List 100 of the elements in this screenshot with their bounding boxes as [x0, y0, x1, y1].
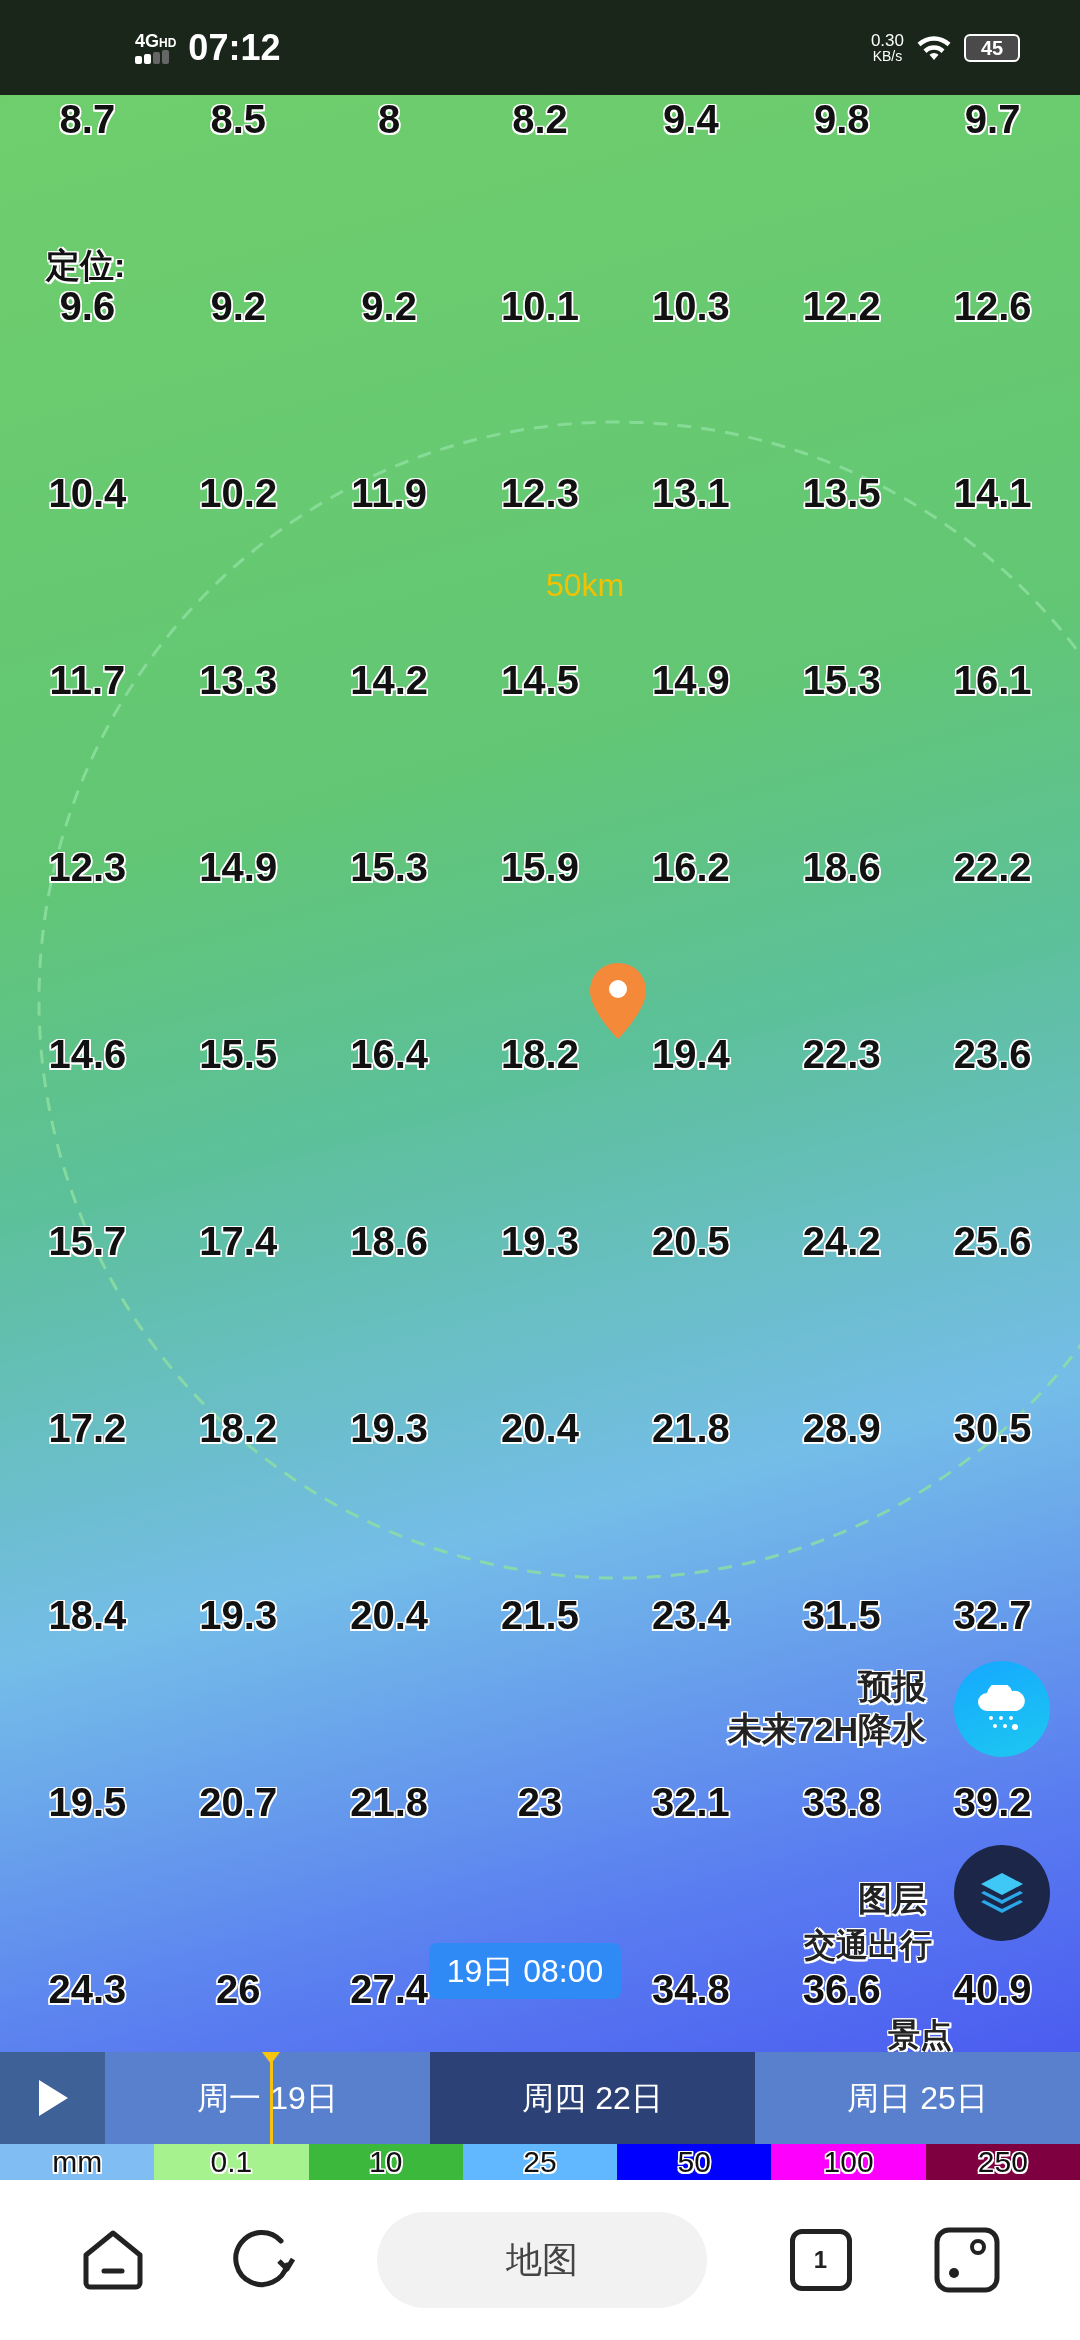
tab-count-button[interactable]: 1	[789, 2229, 852, 2291]
rainfall-value: 12.2	[802, 283, 881, 330]
speed-value: 0.30	[870, 32, 904, 49]
rainfall-value: 14.2	[350, 657, 429, 704]
timeline-day[interactable]: 周一 19日	[105, 2052, 430, 2144]
rainfall-value: 14.1	[953, 470, 1032, 517]
legend-label: 0.1	[210, 2147, 253, 2177]
rainfall-value: 8	[378, 96, 401, 143]
legend-label: mm	[52, 2147, 103, 2177]
rainfall-value: 18.2	[199, 1405, 278, 1452]
rainfall-value: 14.9	[651, 657, 730, 704]
rainfall-value: 15.9	[501, 844, 579, 891]
layers-icon	[979, 1871, 1025, 1915]
rainfall-value: 20.4	[501, 1405, 579, 1452]
rainfall-value: 16.4	[350, 1031, 429, 1078]
legend-label: 100	[823, 2147, 874, 2177]
rainfall-value: 15.7	[48, 1218, 127, 1265]
rainfall-value: 9.6	[59, 283, 116, 330]
rainfall-value: 9.2	[361, 283, 417, 330]
rainfall-value: 20.4	[350, 1592, 429, 1639]
rainfall-value: 14.6	[48, 1031, 127, 1078]
rainfall-value: 16.1	[953, 657, 1032, 704]
network-label: 4GHD	[135, 31, 177, 50]
rainfall-value: 11.9	[351, 470, 427, 517]
rainfall-value: 19.4	[651, 1031, 730, 1078]
rainfall-value: 12.3	[48, 844, 127, 891]
rainfall-value: 17.4	[199, 1218, 278, 1265]
play-button[interactable]	[0, 2052, 105, 2144]
rainfall-value: 33.8	[802, 1779, 881, 1826]
rainfall-value: 22.3	[802, 1031, 881, 1078]
playhead-pointer-icon	[261, 2052, 280, 2064]
rainfall-value: 13.3	[199, 657, 278, 704]
rainfall-value: 20.7	[199, 1779, 278, 1826]
rainfall-value: 30.5	[953, 1405, 1032, 1452]
rainfall-value: 16.2	[651, 844, 730, 891]
dice-icon[interactable]	[934, 2227, 1000, 2293]
rainfall-value: 18.2	[501, 1031, 579, 1078]
legend-label: 250	[977, 2147, 1028, 2177]
rainfall-value: 21.8	[651, 1405, 730, 1452]
rainfall-value: 18.4	[48, 1592, 127, 1639]
location-label: 定位:	[46, 245, 126, 286]
rainfall-value: 19.3	[199, 1592, 278, 1639]
rainfall-value: 12.6	[953, 283, 1032, 330]
legend-label: 25	[523, 2147, 557, 2177]
rainfall-value: 39.2	[953, 1779, 1032, 1826]
timeline-day[interactable]: 周日 25日	[755, 2052, 1080, 2144]
rainfall-value: 23.6	[953, 1031, 1032, 1078]
timeline-day[interactable]: 周四 22日	[430, 2052, 755, 2144]
legend-label: 50	[677, 2147, 711, 2177]
legend-label: 10	[369, 2147, 403, 2177]
rainfall-value: 18.6	[350, 1218, 429, 1265]
rainfall-value: 24.3	[48, 1966, 127, 2013]
rainfall-value: 15.3	[802, 657, 881, 704]
rainfall-value: 9.8	[813, 96, 870, 143]
rainfall-value: 19.3	[350, 1405, 429, 1452]
rainfall-value: 34.8	[651, 1966, 730, 2013]
rainfall-value: 10.4	[48, 470, 127, 517]
scenic-spots-label: 景点	[888, 2016, 952, 2052]
rainfall-value: 13.1	[651, 470, 730, 517]
layers-label: 图层	[858, 1878, 926, 1919]
rainfall-value: 15.5	[199, 1031, 278, 1078]
rainfall-value: 21.8	[350, 1779, 429, 1826]
rainfall-value: 8.5	[210, 96, 267, 143]
rainfall-value: 18.6	[802, 844, 881, 891]
rainfall-value: 9.4	[663, 96, 719, 143]
forecast-label: 预报	[858, 1666, 926, 1707]
forecast-sublabel: 未来72H降水	[727, 1708, 926, 1750]
rainfall-value: 26	[216, 1966, 261, 2013]
rainfall-value: 40.9	[953, 1966, 1032, 2013]
rainfall-value: 24.2	[802, 1218, 881, 1265]
time-tooltip: 19日 08:00	[428, 1943, 622, 1999]
rainfall-value: 9.2	[210, 283, 267, 330]
rainfall-value: 32.7	[953, 1592, 1032, 1639]
rainfall-value: 13.5	[802, 470, 881, 517]
rainfall-value: 28.9	[802, 1405, 881, 1452]
rainfall-value: 11.7	[49, 657, 126, 704]
rainfall-value: 8.7	[59, 96, 116, 143]
rainfall-value: 36.6	[802, 1966, 881, 2013]
rainfall-value: 9.7	[964, 96, 1021, 143]
map-button[interactable]: 地图	[377, 2212, 707, 2308]
speed-unit: KB/s	[872, 49, 903, 63]
rainfall-value: 17.2	[48, 1405, 127, 1452]
rainfall-value: 25.6	[953, 1218, 1032, 1265]
rainfall-value: 10.3	[651, 283, 730, 330]
rainfall-value: 27.4	[350, 1966, 429, 2013]
rainfall-value: 32.1	[651, 1779, 730, 1826]
rainfall-value: 20.5	[651, 1218, 730, 1265]
signal-icon	[135, 49, 171, 64]
rainfall-value: 21.5	[501, 1592, 579, 1639]
rainfall-value: 23	[517, 1779, 563, 1826]
rainfall-value: 12.3	[501, 470, 579, 517]
clock-time: 07:12	[188, 25, 281, 70]
rainfall-value: 10.1	[501, 283, 579, 330]
distance-label: 50km	[546, 566, 625, 605]
traffic-label: 交通出行	[804, 1926, 932, 1965]
rainfall-value: 10.2	[199, 470, 278, 517]
rainfall-value: 22.2	[953, 844, 1032, 891]
map-view[interactable]	[0, 95, 1080, 2052]
battery-indicator: 45	[964, 33, 1020, 62]
rainfall-value: 14.5	[501, 657, 579, 704]
